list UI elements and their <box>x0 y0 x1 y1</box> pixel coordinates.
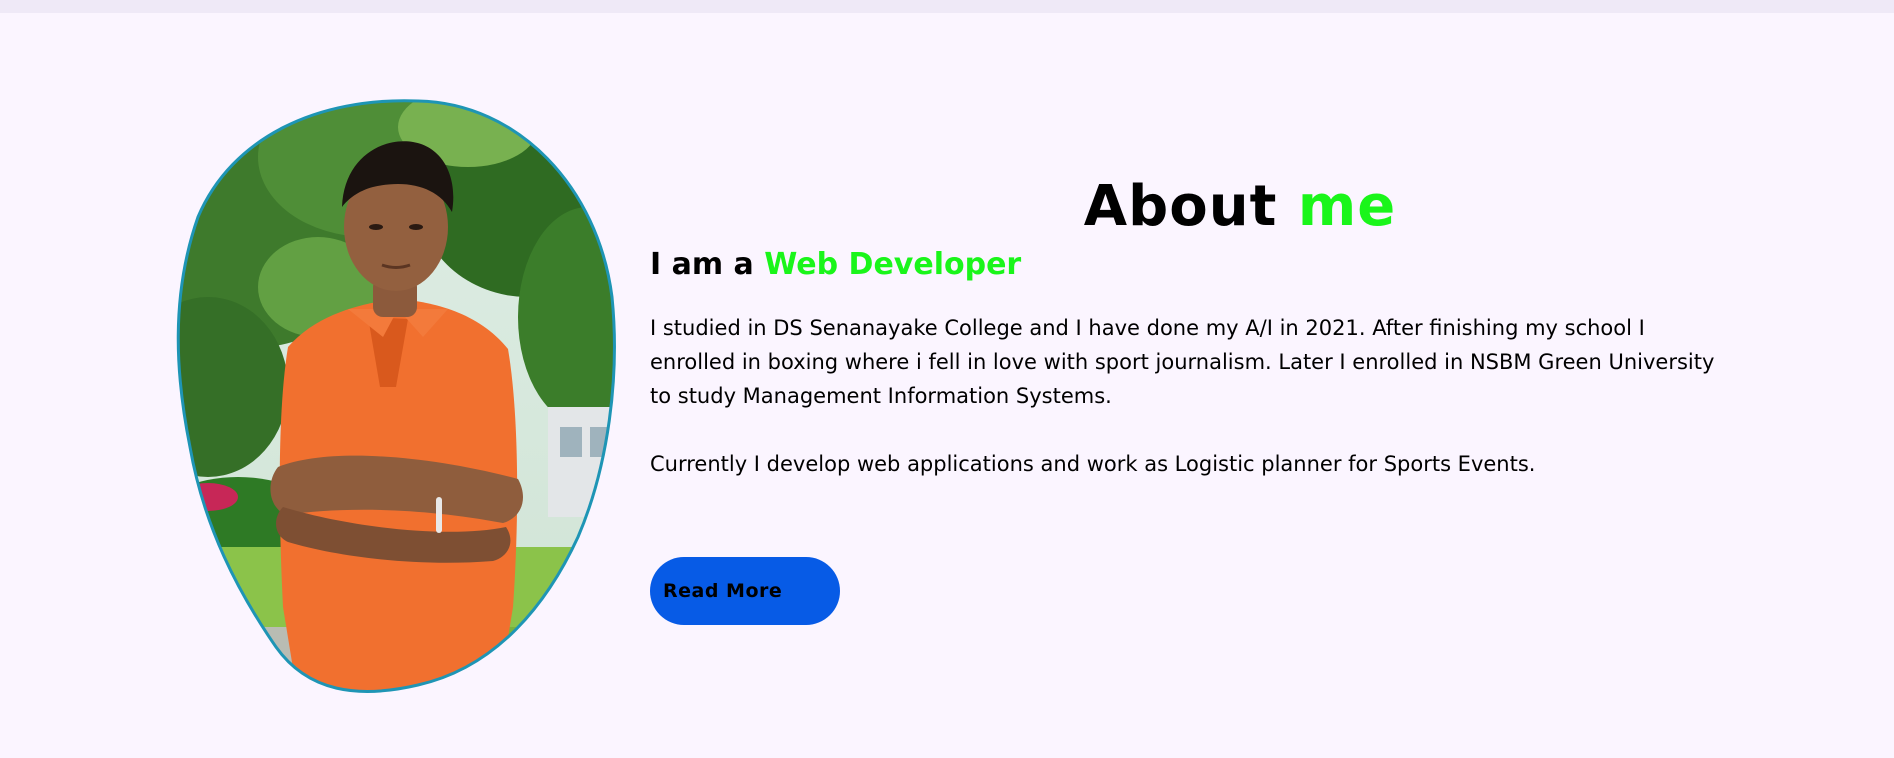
about-content: About me I am a Web Developer I studied … <box>650 173 1730 625</box>
about-title: About me <box>650 173 1730 241</box>
role-subtitle: I am a Web Developer <box>650 245 1730 285</box>
bio-paragraph-1: I studied in DS Senanayake College and I… <box>650 316 1715 408</box>
role-name: Web Developer <box>764 247 1022 282</box>
profile-photo <box>168 87 618 699</box>
about-section: About me I am a Web Developer I studied … <box>0 13 1894 758</box>
bio-paragraph-2: Currently I develop web applications and… <box>650 452 1536 476</box>
read-more-button[interactable]: Read More <box>650 557 840 625</box>
about-title-main: About <box>1083 174 1278 239</box>
about-title-accent: me <box>1297 174 1397 239</box>
role-prefix: I am a <box>650 247 754 282</box>
top-bar <box>0 0 1894 13</box>
